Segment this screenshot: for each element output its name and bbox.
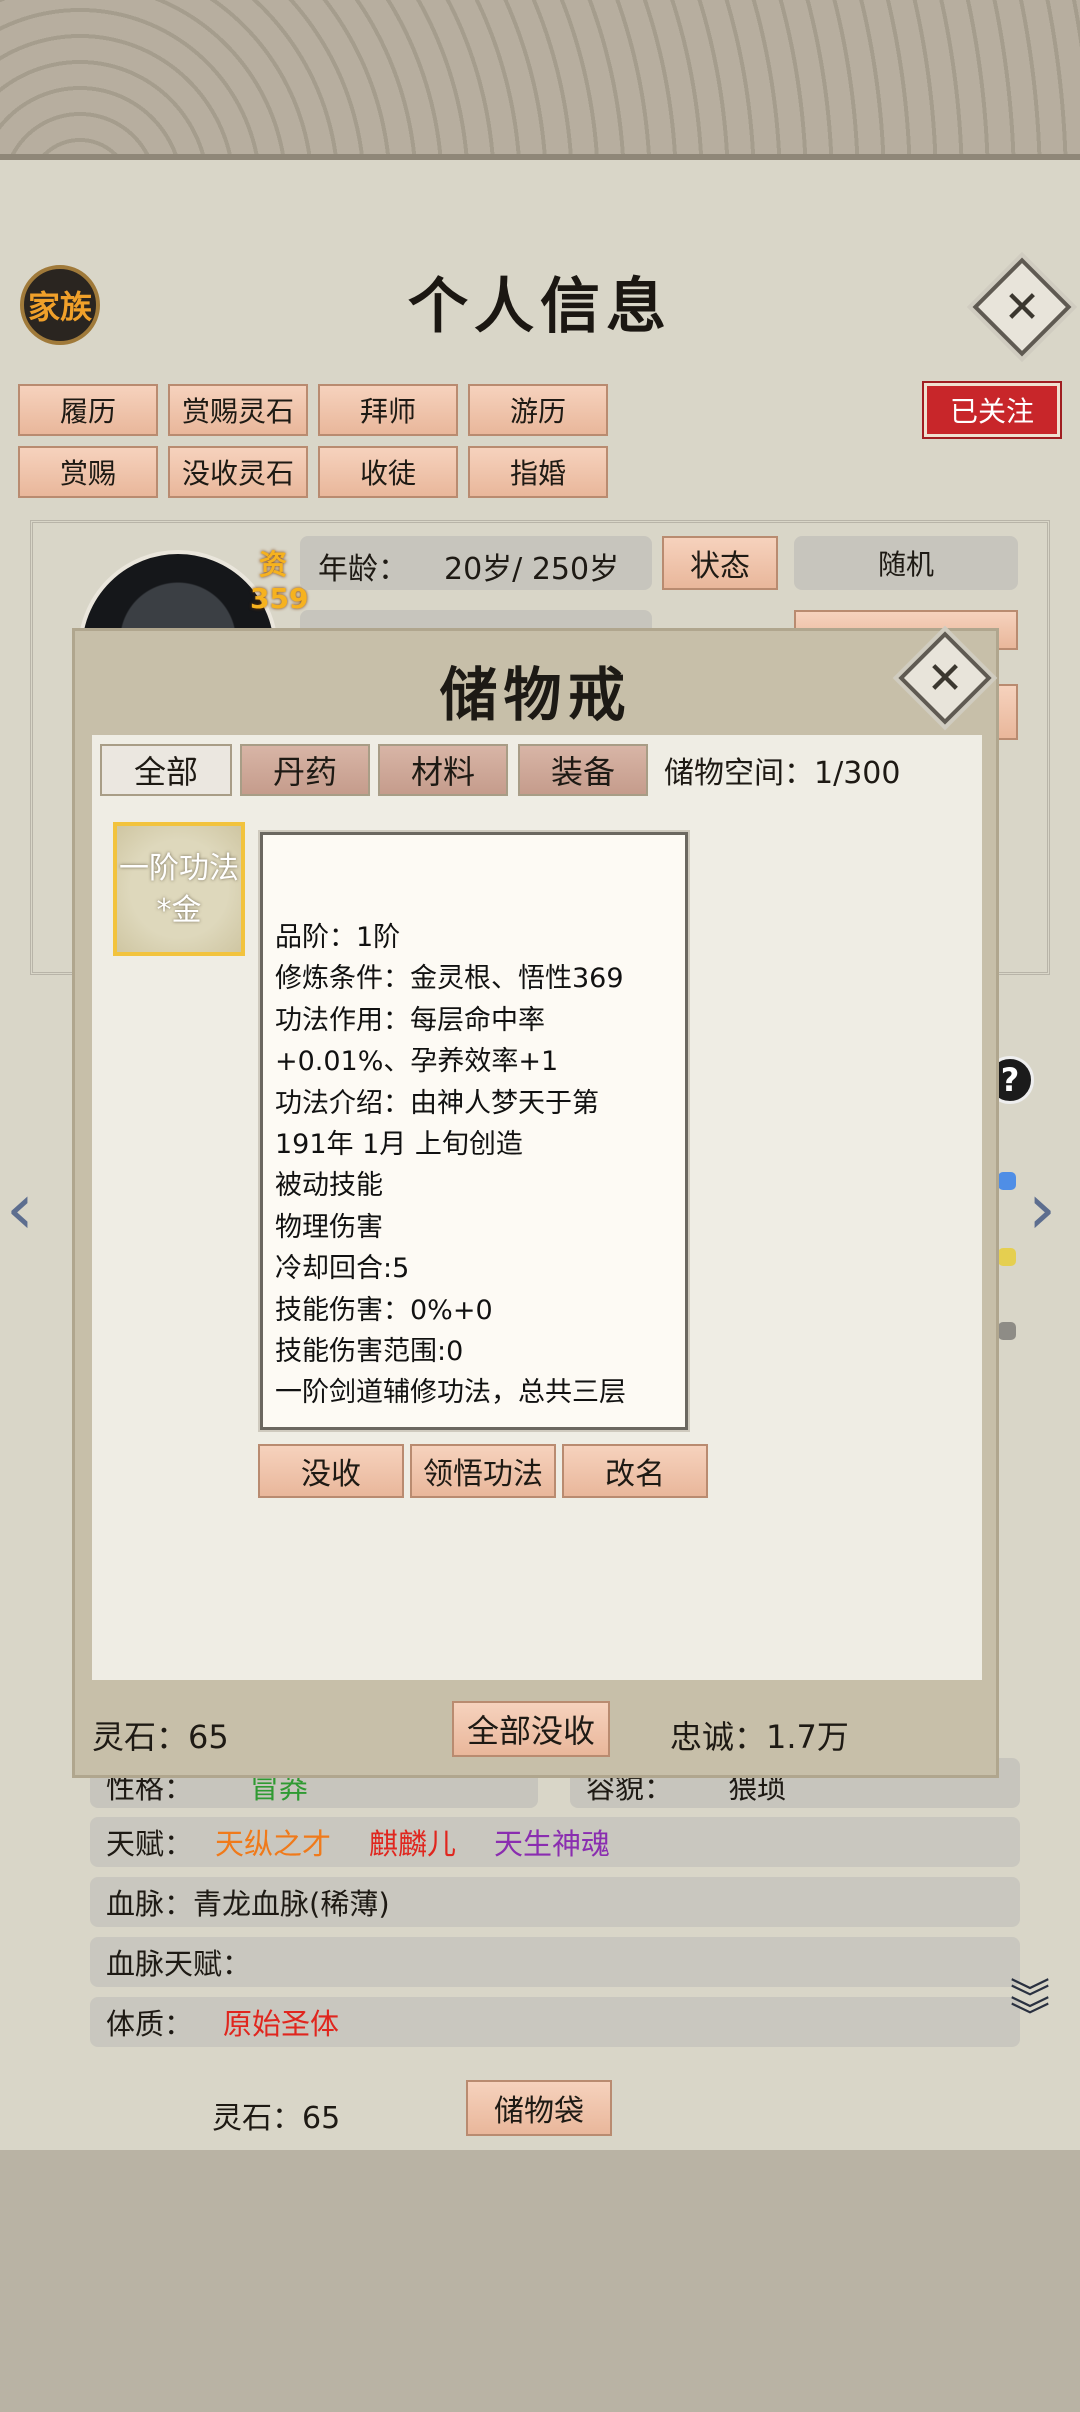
item-name: 一阶功法 bbox=[119, 851, 239, 886]
storage-capacity: 储物空间：1/300 bbox=[664, 756, 901, 791]
aptitude-badge: 资 359 bbox=[250, 548, 309, 616]
aptitude-value: 359 bbox=[250, 582, 309, 615]
detail-line: 191年 1月 上旬创造 bbox=[275, 1129, 523, 1161]
bloodline-value: 青龙血脉(稀薄) bbox=[193, 1887, 390, 1921]
talent-2: 麒麟儿 bbox=[369, 1827, 457, 1861]
grey-dot bbox=[998, 1322, 1016, 1340]
detail-line: 修炼条件：金灵根、悟性369 bbox=[275, 963, 624, 995]
talent-row: 天赋： 天纵之才 麒麟儿 天生神魂 bbox=[90, 1817, 1020, 1867]
tab-materials[interactable]: 材料 bbox=[378, 744, 508, 796]
next-arrow-icon[interactable]: › bbox=[1028, 1168, 1056, 1250]
close-icon: ✕ bbox=[1003, 281, 1041, 333]
header-decoration bbox=[0, 0, 1080, 160]
talent-label: 天赋： bbox=[106, 1827, 194, 1861]
modal-stones: 灵石：65 bbox=[92, 1718, 229, 1756]
detail-line: 功法作用：每层命中率 bbox=[275, 1004, 545, 1036]
random-pill[interactable]: 随机 bbox=[794, 536, 1018, 590]
page-title: 个人信息 bbox=[408, 272, 672, 342]
detail-line: 功法介绍：由神人梦天于第 bbox=[275, 1087, 599, 1119]
detail-line: 被动技能 bbox=[275, 1170, 383, 1202]
reward-button[interactable]: 赏赐 bbox=[18, 446, 158, 498]
rename-button[interactable]: 改名 bbox=[562, 1444, 708, 1498]
detail-line: 品阶：1阶 bbox=[275, 922, 401, 953]
age-label: 年龄： bbox=[318, 552, 408, 587]
blue-dot bbox=[998, 1172, 1016, 1190]
age-value: 20岁/ 250岁 bbox=[444, 552, 620, 587]
apprentice-button[interactable]: 拜师 bbox=[318, 384, 458, 436]
item-element: *金 bbox=[156, 893, 202, 928]
travel-button[interactable]: 游历 bbox=[468, 384, 608, 436]
talent-1: 天纵之才 bbox=[215, 1827, 332, 1861]
detail-line: 技能伤害：0%+0 bbox=[275, 1294, 493, 1326]
detail-line: 物理伤害 bbox=[275, 1211, 383, 1243]
close-icon: ✕ bbox=[926, 652, 964, 704]
aptitude-label: 资 bbox=[258, 548, 287, 581]
loyalty-value: 忠诚：1.7万 bbox=[670, 1718, 849, 1756]
status-button[interactable]: 状态 bbox=[662, 536, 778, 590]
comprehend-button[interactable]: 领悟功法 bbox=[410, 1444, 556, 1498]
modal-title: 储物戒 bbox=[439, 661, 632, 729]
take-disciple-button[interactable]: 收徒 bbox=[318, 446, 458, 498]
confiscate-all-button[interactable]: 全部没收 bbox=[452, 1701, 610, 1757]
detail-line: 技能伤害范围:0 bbox=[275, 1336, 464, 1368]
history-button[interactable]: 履历 bbox=[18, 384, 158, 436]
detail-line: 冷却回合:5 bbox=[275, 1253, 410, 1285]
physique-row: 体质： 原始圣体 bbox=[90, 1997, 1020, 2047]
bottom-background bbox=[0, 2150, 1080, 2412]
marriage-button[interactable]: 指婚 bbox=[468, 446, 608, 498]
followed-badge[interactable]: 已关注 bbox=[922, 381, 1062, 439]
detail-line: +0.01%、孕养效率+1 bbox=[275, 1046, 559, 1078]
bloodline-talent-label: 血脉天赋： bbox=[106, 1947, 252, 1981]
talent-3: 天生神魂 bbox=[494, 1827, 611, 1861]
tab-all[interactable]: 全部 bbox=[100, 744, 232, 796]
confiscate-button[interactable]: 没收 bbox=[258, 1444, 404, 1498]
tab-equipment[interactable]: 装备 bbox=[518, 744, 648, 796]
detail-line: 一阶剑道辅修功法，总共三层 bbox=[275, 1377, 626, 1409]
yellow-dot bbox=[998, 1248, 1016, 1266]
prev-arrow-icon[interactable]: ‹ bbox=[6, 1168, 34, 1250]
bloodline-label: 血脉： bbox=[106, 1887, 194, 1921]
bloodline-row: 血脉： 青龙血脉(稀薄) bbox=[90, 1877, 1020, 1927]
item-detail-panel: 品阶：1阶 修炼条件：金灵根、悟性369 功法作用：每层命中率 +0.01%、孕… bbox=[260, 832, 688, 1430]
tab-pills[interactable]: 丹药 bbox=[240, 744, 370, 796]
bottom-stones: 灵石：65 bbox=[212, 2101, 341, 2136]
bloodline-talent-row: 血脉天赋： bbox=[90, 1937, 1020, 1987]
item-slot[interactable]: 一阶功法 *金 bbox=[113, 822, 245, 956]
confiscate-stones-button[interactable]: 没收灵石 bbox=[168, 446, 308, 498]
physique-label: 体质： bbox=[106, 2007, 194, 2041]
reward-stones-button[interactable]: 赏赐灵石 bbox=[168, 384, 308, 436]
storage-bag-button[interactable]: 储物袋 bbox=[466, 2080, 612, 2136]
physique-value: 原始圣体 bbox=[223, 2007, 340, 2041]
expand-down-icon[interactable]: ︾ ︾ bbox=[1010, 1979, 1050, 2037]
